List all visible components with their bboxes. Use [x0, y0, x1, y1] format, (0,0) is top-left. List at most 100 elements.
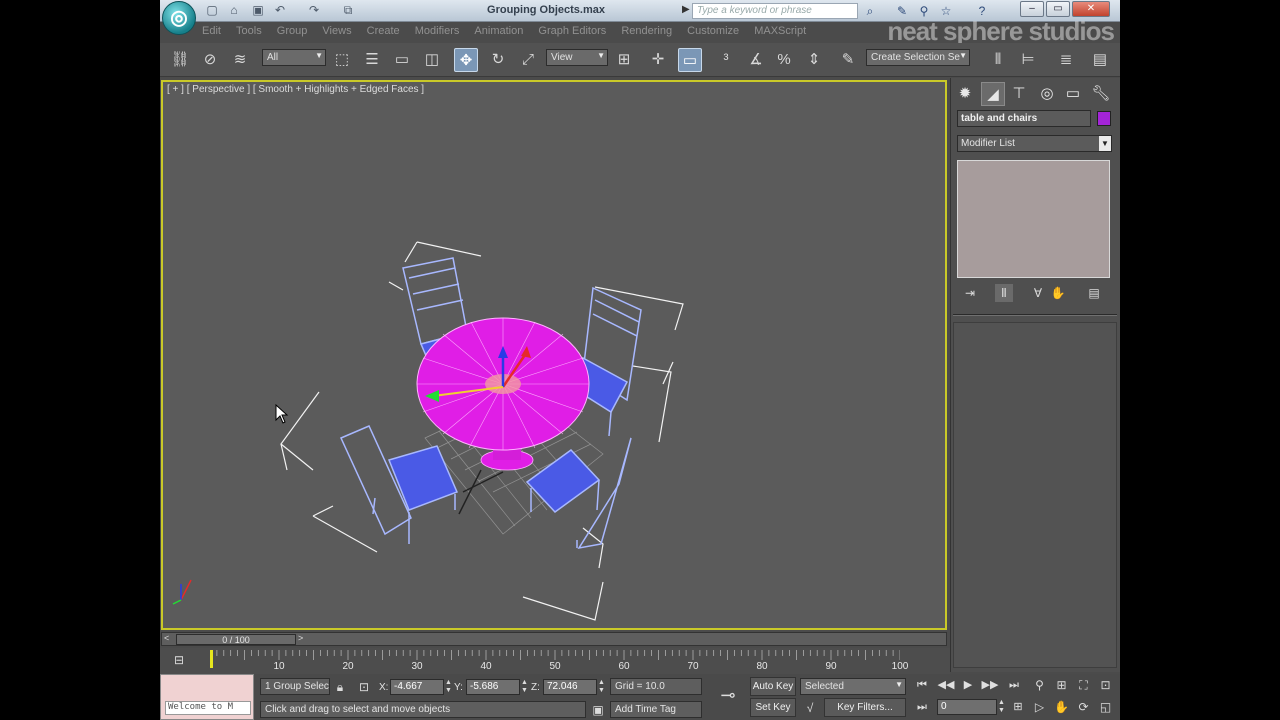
- project-folder-icon[interactable]: ⧉: [340, 3, 356, 18]
- absolute-offset-mode-icon[interactable]: ⊡: [356, 679, 372, 695]
- maxscript-input[interactable]: Welcome to M: [165, 701, 251, 715]
- angle-snap-icon[interactable]: ∡: [744, 48, 768, 72]
- select-and-move-icon[interactable]: ✥: [454, 48, 478, 72]
- zoom-extents-all-icon[interactable]: ⊡: [1096, 676, 1115, 695]
- unlink-icon[interactable]: ⊘: [198, 48, 222, 72]
- track-bar[interactable]: ⊟ 10 20 30 40 50 60 70 80 90 100: [160, 648, 950, 674]
- z-spinner-icon[interactable]: ▲ ▼: [598, 679, 605, 695]
- open-file-icon[interactable]: ⌂: [226, 3, 242, 18]
- default-tangents-icon[interactable]: √: [802, 700, 818, 716]
- orbit-icon[interactable]: ⟳: [1074, 698, 1093, 717]
- pin-stack-icon[interactable]: ⇥: [961, 284, 979, 302]
- keyboard-shortcut-override-icon[interactable]: ▭: [678, 48, 702, 72]
- previous-key-icon[interactable]: ◀◀: [936, 676, 956, 694]
- utilities-tab-icon[interactable]: 🔧︎: [1089, 82, 1113, 106]
- manipulate-icon[interactable]: ✛: [646, 48, 670, 72]
- x-coordinate-input[interactable]: -4.667: [390, 679, 444, 695]
- menu-tools[interactable]: Tools: [230, 22, 268, 40]
- menu-graph-editors[interactable]: Graph Editors: [532, 22, 612, 40]
- modifier-list-dropdown[interactable]: Modifier List ▼: [957, 135, 1112, 152]
- link-icon[interactable]: ⛓: [168, 48, 192, 72]
- previous-frame-icon[interactable]: <: [164, 633, 174, 643]
- menu-edit[interactable]: Edit: [196, 22, 227, 40]
- go-to-start-icon[interactable]: ⏮: [912, 676, 932, 694]
- undo-icon[interactable]: ↶: [272, 3, 288, 18]
- key-mode-toggle-icon[interactable]: ⏭: [912, 698, 932, 716]
- binoculars-icon[interactable]: ⌕: [862, 3, 878, 19]
- auto-key-button[interactable]: Auto Key: [750, 677, 796, 696]
- menu-animation[interactable]: Animation: [468, 22, 529, 40]
- menu-create[interactable]: Create: [361, 22, 406, 40]
- remove-modifier-icon[interactable]: ✋: [1049, 284, 1067, 302]
- search-expand-icon[interactable]: ▶: [682, 4, 690, 15]
- close-button[interactable]: ✕: [1072, 1, 1110, 17]
- select-and-rotate-icon[interactable]: ↻: [486, 48, 510, 72]
- mirror-icon[interactable]: ⫴: [986, 48, 1010, 72]
- make-unique-icon[interactable]: ∀: [1029, 284, 1047, 302]
- mini-curve-editor-icon[interactable]: ⊟: [170, 653, 188, 667]
- x-spinner-icon[interactable]: ▲ ▼: [445, 679, 452, 695]
- select-and-scale-icon[interactable]: ⤢: [516, 48, 540, 72]
- edit-named-selection-icon[interactable]: ✎: [836, 48, 860, 72]
- field-of-view-icon[interactable]: ▷: [1030, 698, 1049, 717]
- play-icon[interactable]: ▶: [958, 676, 978, 694]
- maxscript-listener[interactable]: Welcome to M: [160, 674, 254, 720]
- menu-maxscript[interactable]: MAXScript: [748, 22, 812, 40]
- layer-manager-icon[interactable]: ≣: [1054, 48, 1078, 72]
- menu-rendering[interactable]: Rendering: [615, 22, 678, 40]
- hierarchy-tab-icon[interactable]: ⊤: [1007, 82, 1031, 106]
- maximize-button[interactable]: ▭: [1046, 1, 1070, 17]
- add-time-tag-button[interactable]: Add Time Tag: [610, 701, 702, 718]
- select-by-name-icon[interactable]: ☰: [360, 48, 384, 72]
- new-file-icon[interactable]: ▢: [204, 3, 220, 18]
- rectangular-selection-icon[interactable]: ▭: [390, 48, 414, 72]
- bind-space-warp-icon[interactable]: ≋: [228, 48, 252, 72]
- current-frame-input[interactable]: 0: [937, 699, 997, 715]
- configure-modifier-sets-icon[interactable]: ▤: [1085, 284, 1103, 302]
- key-selection-dropdown[interactable]: Selected ▼: [800, 678, 906, 695]
- lock-selection-icon[interactable]: 🔒︎: [332, 679, 348, 695]
- window-crossing-icon[interactable]: ◫: [420, 48, 444, 72]
- zoom-extents-icon[interactable]: ⛶: [1074, 676, 1093, 695]
- next-key-icon[interactable]: ▶▶: [980, 676, 1000, 694]
- menu-views[interactable]: Views: [316, 22, 357, 40]
- current-frame-marker[interactable]: [210, 650, 213, 668]
- time-configuration-icon[interactable]: ⊞: [1008, 698, 1028, 716]
- reference-coord-dropdown[interactable]: View ▼: [546, 49, 608, 66]
- graphite-ribbon-icon[interactable]: ▤: [1088, 48, 1112, 72]
- object-name-field[interactable]: table and chairs: [957, 110, 1091, 127]
- spinner-snap-icon[interactable]: ⇕: [802, 48, 826, 72]
- y-coordinate-input[interactable]: -5.686: [466, 679, 520, 695]
- maximize-viewport-icon[interactable]: ◱: [1096, 698, 1115, 717]
- time-slider-thumb[interactable]: 0 / 100: [176, 634, 296, 645]
- z-coordinate-input[interactable]: 72.046: [543, 679, 597, 695]
- go-to-end-icon[interactable]: ⏭: [1004, 676, 1024, 694]
- viewport-label[interactable]: [ + ] [ Perspective ] [ Smooth + Highlig…: [167, 84, 424, 95]
- snaps-toggle-icon[interactable]: ³: [714, 48, 738, 72]
- menu-modifiers[interactable]: Modifiers: [409, 22, 466, 40]
- display-tab-icon[interactable]: ▭: [1061, 82, 1085, 106]
- object-color-swatch[interactable]: [1097, 111, 1111, 126]
- next-frame-icon[interactable]: >: [298, 633, 308, 643]
- perspective-viewport[interactable]: [ + ] [ Perspective ] [ Smooth + Highlig…: [161, 80, 947, 630]
- select-object-icon[interactable]: ⬚: [330, 48, 354, 72]
- pivot-center-icon[interactable]: ⊞: [612, 48, 636, 72]
- zoom-icon[interactable]: ⚲: [1030, 676, 1049, 695]
- align-icon[interactable]: ⊨: [1016, 48, 1040, 72]
- time-slider[interactable]: < 0 / 100 >: [161, 632, 947, 646]
- zoom-all-icon[interactable]: ⊞: [1052, 676, 1071, 695]
- y-spinner-icon[interactable]: ▲ ▼: [521, 679, 528, 695]
- key-filters-button[interactable]: Key Filters...: [824, 698, 906, 717]
- menu-group[interactable]: Group: [271, 22, 314, 40]
- minimize-button[interactable]: –: [1020, 1, 1044, 17]
- selection-filter-dropdown[interactable]: All ▼: [262, 49, 326, 66]
- time-tag-icon[interactable]: ▣: [590, 702, 606, 718]
- search-input[interactable]: Type a keyword or phrase: [692, 3, 858, 19]
- named-selection-dropdown[interactable]: Create Selection Se ▼: [866, 49, 970, 66]
- percent-snap-icon[interactable]: %: [772, 48, 796, 72]
- set-key-mode-icon[interactable]: ⊸: [716, 686, 740, 704]
- set-key-button[interactable]: Set Key: [750, 698, 796, 717]
- modify-tab-icon[interactable]: ◢: [981, 82, 1005, 106]
- save-file-icon[interactable]: ▣: [250, 3, 266, 18]
- create-tab-icon[interactable]: ✹: [953, 82, 977, 106]
